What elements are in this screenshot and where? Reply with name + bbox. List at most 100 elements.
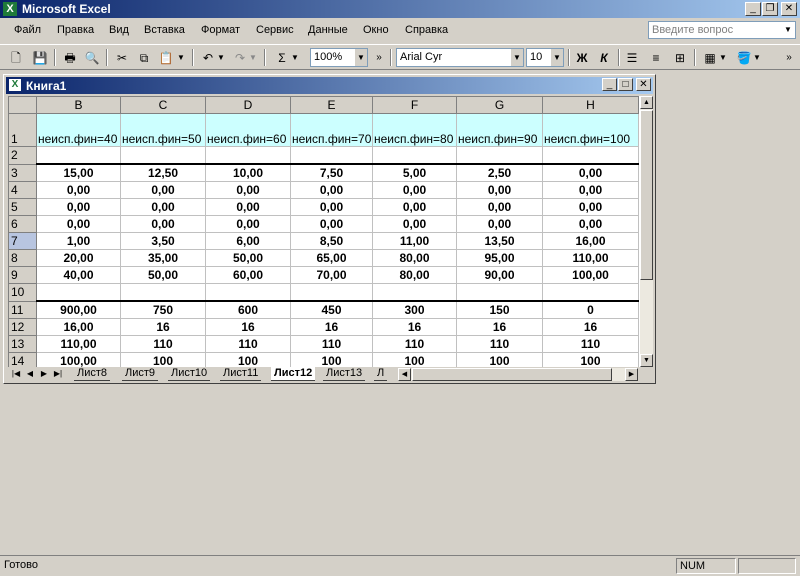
cell[interactable]: 100 (542, 352, 639, 367)
menu-tools[interactable]: Сервис (256, 24, 294, 36)
scroll-down-icon[interactable]: ▼ (640, 354, 653, 367)
close-button[interactable]: ✕ (781, 2, 797, 16)
scroll-right-icon[interactable]: ▶ (625, 368, 638, 381)
cell[interactable]: 0,00 (456, 181, 543, 199)
cell[interactable]: 11,00 (372, 232, 457, 250)
cell[interactable]: 900,00 (36, 300, 121, 319)
sheet-tab[interactable]: Лист9 (122, 367, 159, 381)
workbook-icon[interactable]: X (9, 79, 21, 91)
paste-dropdown-icon[interactable]: ▼ (176, 48, 186, 68)
row-header[interactable]: 14 (8, 352, 37, 367)
sheet-tab[interactable]: Лист8 (74, 367, 111, 381)
cell[interactable] (372, 283, 457, 302)
zoom-select[interactable]: 100% ▼ (310, 48, 368, 67)
print-preview-icon[interactable]: 🔍 (82, 48, 102, 68)
sheet-tab-active[interactable]: Лист12 (271, 367, 316, 381)
row-header[interactable]: 12 (8, 318, 37, 336)
save-icon[interactable]: 💾 (30, 48, 50, 68)
cell[interactable]: 110 (542, 335, 639, 353)
cell[interactable]: 110 (205, 335, 291, 353)
scroll-up-icon[interactable]: ▲ (640, 96, 653, 109)
cell[interactable]: неисп.фин=70 (290, 113, 373, 147)
sheet-tab[interactable]: Лист10 (168, 367, 211, 381)
cell[interactable] (205, 283, 291, 302)
scroll-left-icon[interactable]: ◀ (398, 368, 411, 381)
cell[interactable]: 80,00 (372, 266, 457, 284)
cell[interactable]: 100,00 (542, 266, 639, 284)
cell[interactable]: 16 (542, 318, 639, 336)
align-center-icon[interactable]: ≡ (646, 48, 666, 68)
cell[interactable]: 100 (290, 352, 373, 367)
cell[interactable]: 100,00 (36, 352, 121, 367)
cell[interactable]: неисп.фин=50 (120, 113, 206, 147)
cell[interactable]: неисп.фин=90 (456, 113, 543, 147)
cell[interactable] (542, 283, 639, 302)
cell[interactable] (456, 146, 543, 165)
sheet-tab[interactable]: Лист11 (220, 367, 262, 381)
fill-color-icon[interactable]: 🪣 (734, 48, 754, 68)
cell[interactable]: 0,00 (542, 181, 639, 199)
cell[interactable]: 16,00 (542, 232, 639, 250)
cell[interactable]: 90,00 (456, 266, 543, 284)
cell[interactable]: 0,00 (205, 181, 291, 199)
redo-dropdown-icon[interactable]: ▼ (248, 48, 258, 68)
workbook-maximize-button[interactable]: □ (618, 78, 633, 91)
sheet-tab[interactable]: Лист13 (323, 367, 366, 381)
row-header[interactable]: 11 (8, 300, 37, 319)
cell[interactable]: неисп.фин=40 (36, 113, 121, 147)
row-header[interactable]: 2 (8, 146, 37, 165)
cell[interactable]: 6,00 (205, 232, 291, 250)
fill-color-dropdown-icon[interactable]: ▼ (752, 48, 762, 68)
cell[interactable]: 110,00 (542, 249, 639, 267)
cell[interactable]: 0,00 (205, 215, 291, 233)
cell[interactable]: 1,00 (36, 232, 121, 250)
cell[interactable]: неисп.фин=100 (542, 113, 639, 147)
cell[interactable]: 40,00 (36, 266, 121, 284)
column-header[interactable]: C (120, 96, 206, 114)
cell[interactable]: 0,00 (290, 198, 373, 216)
chevron-down-icon[interactable]: ▼ (511, 49, 523, 66)
cell[interactable]: 0,00 (290, 215, 373, 233)
help-question-input[interactable]: Введите вопрос ▼ (648, 21, 796, 39)
cell[interactable]: 0 (542, 300, 639, 319)
column-header[interactable]: H (542, 96, 639, 114)
column-header[interactable]: G (456, 96, 543, 114)
row-header[interactable]: 1 (8, 113, 37, 147)
paste-icon[interactable]: 📋 (156, 48, 176, 68)
cell[interactable]: 16 (372, 318, 457, 336)
cell[interactable]: 3,50 (120, 232, 206, 250)
cell[interactable]: 16 (205, 318, 291, 336)
cell[interactable]: 0,00 (542, 198, 639, 216)
cell[interactable]: 100 (372, 352, 457, 367)
bold-button[interactable]: Ж (572, 48, 592, 68)
cell[interactable]: 12,50 (120, 163, 206, 182)
cell[interactable] (120, 146, 206, 165)
cell[interactable]: 0,00 (542, 215, 639, 233)
cell[interactable]: 95,00 (456, 249, 543, 267)
copy-icon[interactable]: ⧉ (134, 48, 154, 68)
vertical-scroll-thumb[interactable] (640, 110, 653, 280)
spreadsheet-grid[interactable]: B C D E F G H 1 неисп.фин=40 неисп.фин=5… (8, 96, 640, 367)
cell[interactable]: 20,00 (36, 249, 121, 267)
menu-format[interactable]: Формат (201, 24, 240, 36)
cell[interactable]: 50,00 (120, 266, 206, 284)
cell[interactable] (36, 146, 121, 165)
cell[interactable]: 16,00 (36, 318, 121, 336)
cell[interactable]: 150 (456, 300, 543, 319)
borders-icon[interactable]: ▦ (700, 48, 720, 68)
cell[interactable] (36, 283, 121, 302)
cell[interactable]: 0,00 (372, 215, 457, 233)
menu-edit[interactable]: Правка (57, 24, 94, 36)
cell[interactable]: 750 (120, 300, 206, 319)
menu-window[interactable]: Окно (363, 24, 389, 36)
minimize-button[interactable]: _ (745, 2, 761, 16)
cell[interactable]: 0,00 (36, 181, 121, 199)
next-sheet-icon[interactable]: ▶ (38, 368, 50, 380)
menu-data[interactable]: Данные (308, 24, 348, 36)
undo-icon[interactable]: ↶ (198, 48, 218, 68)
restore-button[interactable]: ❐ (762, 2, 778, 16)
cell[interactable]: 0,00 (205, 198, 291, 216)
cell[interactable]: 16 (120, 318, 206, 336)
workbook-minimize-button[interactable]: _ (602, 78, 617, 91)
cell[interactable]: 600 (205, 300, 291, 319)
